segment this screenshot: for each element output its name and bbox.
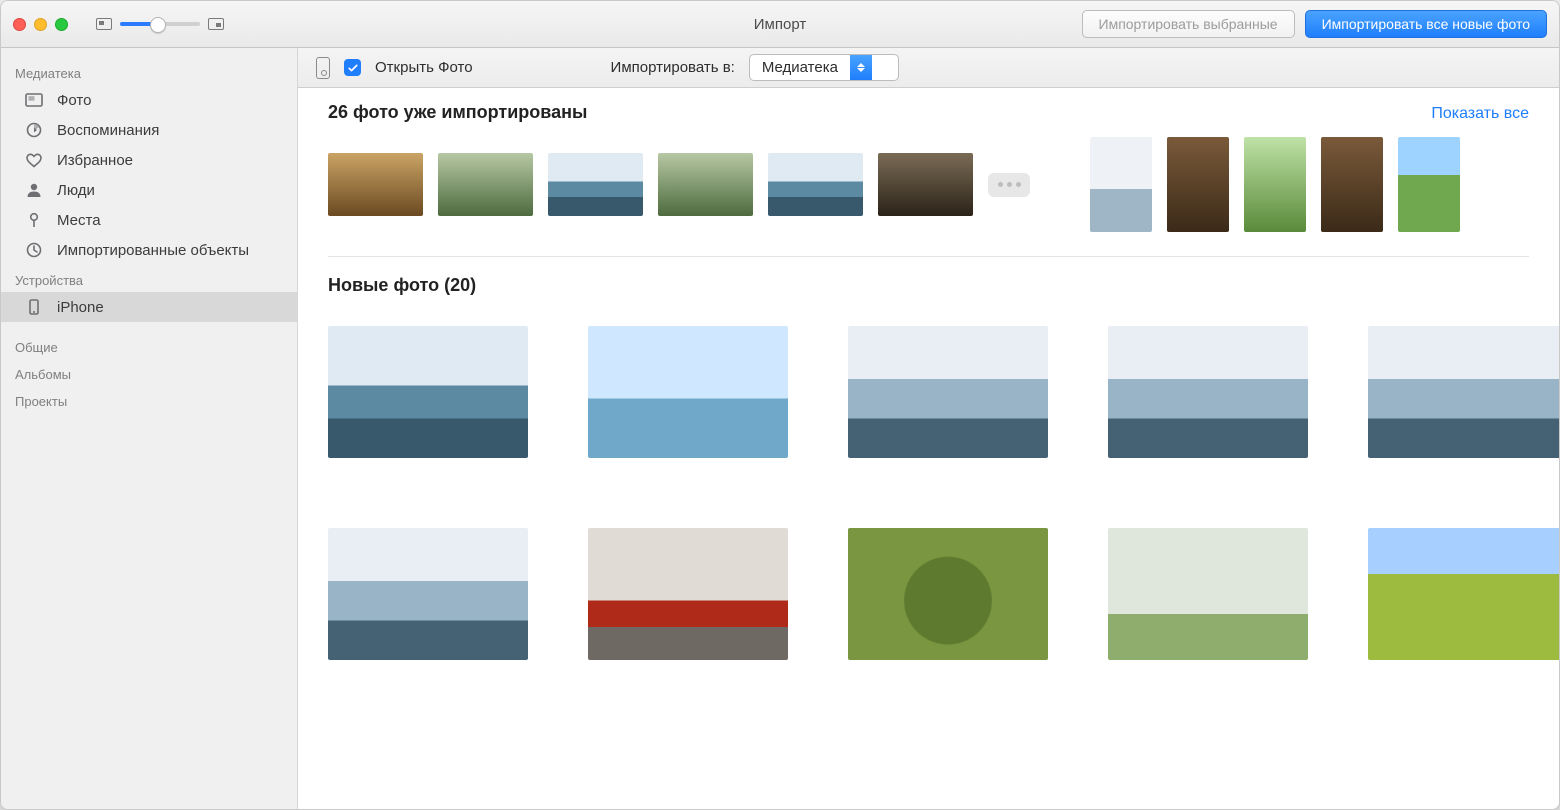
new-photo-thumb[interactable] bbox=[1368, 528, 1559, 660]
new-photo-thumb[interactable] bbox=[848, 528, 1048, 660]
new-photo-thumb[interactable] bbox=[328, 326, 528, 458]
new-photos-grid bbox=[328, 326, 1529, 660]
sidebar: Медиатека Фото Воспоминания Избранное Люди М… bbox=[1, 48, 298, 809]
sidebar-item-label: Фото bbox=[57, 92, 91, 109]
new-photo-thumb[interactable] bbox=[588, 326, 788, 458]
sidebar-item-iphone[interactable]: iPhone bbox=[1, 292, 297, 322]
window-controls bbox=[13, 18, 68, 31]
memories-icon bbox=[23, 121, 45, 139]
show-all-link[interactable]: Показать все bbox=[1431, 105, 1529, 123]
sidebar-item-label: Воспоминания bbox=[57, 122, 159, 139]
imported-thumb[interactable] bbox=[328, 153, 423, 216]
content-scroll[interactable]: 26 фото уже импортированы Показать все Н… bbox=[298, 88, 1559, 809]
sidebar-section-albums[interactable]: Альбомы bbox=[1, 359, 297, 386]
sidebar-item-label: Места bbox=[57, 212, 101, 229]
imported-thumb[interactable] bbox=[1244, 137, 1306, 232]
import-to-value: Медиатека bbox=[750, 55, 850, 80]
import-options-bar: Открыть Фото Импортировать в: Медиатека bbox=[298, 48, 1559, 88]
sidebar-section-projects[interactable]: Проекты bbox=[1, 386, 297, 413]
import-selected-button[interactable]: Импортировать выбранные bbox=[1082, 10, 1295, 38]
imported-thumb[interactable] bbox=[768, 153, 863, 216]
chevron-updown-icon bbox=[850, 55, 872, 80]
person-icon bbox=[23, 181, 45, 199]
sidebar-item-imports[interactable]: Импортированные объекты bbox=[1, 235, 297, 265]
sidebar-item-people[interactable]: Люди bbox=[1, 175, 297, 205]
zoom-small-icon[interactable] bbox=[96, 18, 112, 30]
sidebar-section-shared[interactable]: Общие bbox=[1, 332, 297, 359]
already-imported-row bbox=[328, 137, 1529, 257]
titlebar: Импорт Импортировать выбранные Импортиро… bbox=[1, 1, 1559, 48]
sidebar-item-label: Импортированные объекты bbox=[57, 242, 249, 259]
photos-icon bbox=[23, 91, 45, 109]
sidebar-section-library: Медиатека bbox=[1, 58, 297, 85]
imported-thumb[interactable] bbox=[1398, 137, 1460, 232]
sidebar-item-photos[interactable]: Фото bbox=[1, 85, 297, 115]
import-to-select[interactable]: Медиатека bbox=[749, 54, 899, 81]
sidebar-item-places[interactable]: Места bbox=[1, 205, 297, 235]
imported-thumb[interactable] bbox=[1321, 137, 1383, 232]
sidebar-item-label: iPhone bbox=[57, 299, 104, 316]
imported-thumb[interactable] bbox=[1167, 137, 1229, 232]
fullscreen-icon[interactable] bbox=[55, 18, 68, 31]
sidebar-item-memories[interactable]: Воспоминания bbox=[1, 115, 297, 145]
new-photo-thumb[interactable] bbox=[328, 528, 528, 660]
sidebar-item-fav[interactable]: Избранное bbox=[1, 145, 297, 175]
imported-heading: 26 фото уже импортированы bbox=[328, 102, 587, 123]
new-photo-thumb[interactable] bbox=[848, 326, 1048, 458]
imported-thumb[interactable] bbox=[548, 153, 643, 216]
imported-thumb[interactable] bbox=[1090, 137, 1152, 232]
sidebar-section-devices: Устройства bbox=[1, 265, 297, 292]
imported-thumb[interactable] bbox=[878, 153, 973, 216]
imported-thumb[interactable] bbox=[658, 153, 753, 216]
open-photos-label: Открыть Фото bbox=[375, 59, 473, 76]
main-pane: Открыть Фото Импортировать в: Медиатека … bbox=[298, 48, 1559, 809]
app-window: Импорт Импортировать выбранные Импортиро… bbox=[0, 0, 1560, 810]
pin-icon bbox=[23, 211, 45, 229]
new-photo-thumb[interactable] bbox=[1368, 326, 1559, 458]
thumbnail-zoom bbox=[96, 18, 224, 30]
import-all-new-button[interactable]: Импортировать все новые фото bbox=[1305, 10, 1547, 38]
new-photo-thumb[interactable] bbox=[588, 528, 788, 660]
device-icon bbox=[316, 57, 330, 79]
new-photos-heading: Новые фото (20) bbox=[328, 275, 476, 296]
open-photos-checkbox[interactable] bbox=[344, 59, 361, 76]
close-icon[interactable] bbox=[13, 18, 26, 31]
clock-icon bbox=[23, 241, 45, 259]
zoom-large-icon[interactable] bbox=[208, 18, 224, 30]
sidebar-item-label: Люди bbox=[57, 182, 95, 199]
sidebar-item-label: Избранное bbox=[57, 152, 133, 169]
device-icon bbox=[23, 298, 45, 316]
minimize-icon[interactable] bbox=[34, 18, 47, 31]
more-icon[interactable] bbox=[988, 173, 1030, 197]
heart-icon bbox=[23, 151, 45, 169]
imported-thumb[interactable] bbox=[438, 153, 533, 216]
new-photo-thumb[interactable] bbox=[1108, 528, 1308, 660]
import-to-label: Импортировать в: bbox=[611, 59, 735, 76]
zoom-slider[interactable] bbox=[120, 22, 200, 26]
new-photo-thumb[interactable] bbox=[1108, 326, 1308, 458]
